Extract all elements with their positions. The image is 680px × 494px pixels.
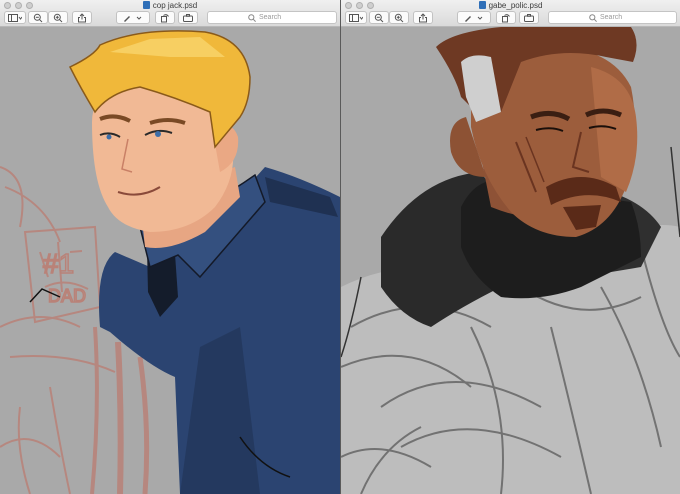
markup-button[interactable] xyxy=(116,11,150,24)
share-icon xyxy=(78,13,86,22)
zoom-out-button[interactable] xyxy=(28,11,48,24)
zoom-in-icon xyxy=(394,13,404,22)
toolbox-button[interactable] xyxy=(178,11,198,24)
zoom-out-button[interactable] xyxy=(369,11,389,24)
sketch-text-number: #1 xyxy=(43,248,74,279)
rotate-icon xyxy=(502,13,510,22)
sidebar-toggle-icon xyxy=(8,13,22,22)
rotate-button[interactable] xyxy=(155,11,175,24)
document-canvas[interactable]: #1 DAD xyxy=(0,27,340,494)
rotate-button[interactable] xyxy=(496,11,516,24)
share-button[interactable] xyxy=(72,11,92,24)
preview-window-right: gabe_polic.psd Search xyxy=(341,0,680,494)
gabe-illustration xyxy=(341,27,680,494)
sidebar-toggle-button[interactable] xyxy=(4,11,26,24)
cop-jack-illustration: #1 DAD xyxy=(0,27,340,494)
window-title: cop jack.psd xyxy=(0,0,340,11)
window-title-text: cop jack.psd xyxy=(152,1,198,10)
psd-file-icon xyxy=(478,1,486,9)
zoom-in-icon xyxy=(53,13,63,22)
search-placeholder: Search xyxy=(600,14,623,21)
toolbox-icon xyxy=(183,13,193,22)
toolbox-icon xyxy=(524,13,534,22)
zoom-in-button[interactable] xyxy=(389,11,409,24)
preview-window-left: cop jack.psd Search #1 DAD xyxy=(0,0,340,494)
zoom-out-icon xyxy=(33,13,43,22)
markup-button[interactable] xyxy=(457,11,491,24)
markup-icon xyxy=(465,15,483,22)
search-field[interactable]: Search xyxy=(207,11,337,24)
sketch-text-dad: DAD xyxy=(48,286,86,306)
window-title-text: gabe_polic.psd xyxy=(488,1,543,10)
share-icon xyxy=(419,13,427,22)
psd-file-icon xyxy=(142,1,150,9)
share-button[interactable] xyxy=(413,11,433,24)
sidebar-toggle-button[interactable] xyxy=(345,11,367,24)
search-field[interactable]: Search xyxy=(548,11,677,24)
window-title: gabe_polic.psd xyxy=(341,0,680,11)
sidebar-toggle-icon xyxy=(349,13,363,22)
zoom-in-button[interactable] xyxy=(48,11,68,24)
titlebar[interactable]: gabe_polic.psd Search xyxy=(341,0,680,27)
toolbar: Search xyxy=(0,11,340,25)
toolbar: Search xyxy=(341,11,680,25)
search-icon xyxy=(248,14,256,22)
toolbox-button[interactable] xyxy=(519,11,539,24)
document-canvas[interactable] xyxy=(341,27,680,494)
search-icon xyxy=(589,14,597,22)
markup-icon xyxy=(124,15,142,22)
titlebar[interactable]: cop jack.psd Search xyxy=(0,0,340,27)
zoom-out-icon xyxy=(374,13,384,22)
search-placeholder: Search xyxy=(259,14,282,21)
rotate-icon xyxy=(161,13,169,22)
